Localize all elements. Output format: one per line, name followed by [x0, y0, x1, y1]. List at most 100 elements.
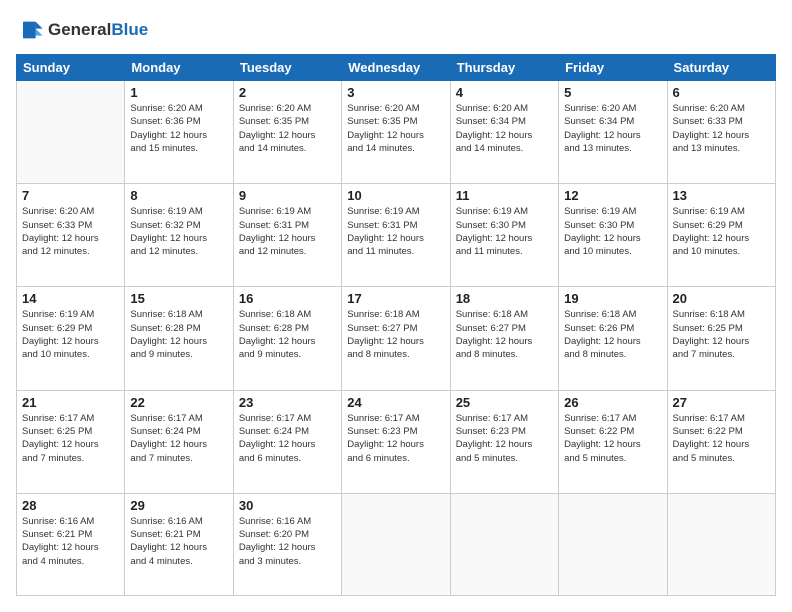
day-number: 16	[239, 291, 336, 306]
weekday-header: Saturday	[667, 55, 775, 81]
day-number: 6	[673, 85, 770, 100]
calendar-cell	[342, 493, 450, 595]
day-info: Sunrise: 6:18 AM Sunset: 6:28 PM Dayligh…	[239, 308, 336, 361]
day-info: Sunrise: 6:19 AM Sunset: 6:32 PM Dayligh…	[130, 205, 227, 258]
day-number: 14	[22, 291, 119, 306]
day-info: Sunrise: 6:17 AM Sunset: 6:23 PM Dayligh…	[347, 412, 444, 465]
day-info: Sunrise: 6:19 AM Sunset: 6:31 PM Dayligh…	[239, 205, 336, 258]
day-info: Sunrise: 6:17 AM Sunset: 6:22 PM Dayligh…	[564, 412, 661, 465]
day-number: 1	[130, 85, 227, 100]
calendar-cell: 14 Sunrise: 6:19 AM Sunset: 6:29 PM Dayli…	[17, 287, 125, 390]
day-info: Sunrise: 6:20 AM Sunset: 6:35 PM Dayligh…	[239, 102, 336, 155]
weekday-header: Friday	[559, 55, 667, 81]
day-info: Sunrise: 6:18 AM Sunset: 6:26 PM Dayligh…	[564, 308, 661, 361]
day-number: 7	[22, 188, 119, 203]
header: GeneralBlue	[16, 16, 776, 44]
calendar-cell: 23Sunrise: 6:17 AM Sunset: 6:24 PM Dayli…	[233, 390, 341, 493]
day-info: Sunrise: 6:20 AM Sunset: 6:36 PM Dayligh…	[130, 102, 227, 155]
day-number: 24	[347, 395, 444, 410]
weekday-header: Tuesday	[233, 55, 341, 81]
day-number: 8	[130, 188, 227, 203]
calendar-cell: 27 Sunrise: 6:17 AM Sunset: 6:22 PM Dayli…	[667, 390, 775, 493]
day-info: Sunrise: 6:20 AM Sunset: 6:34 PM Dayligh…	[456, 102, 553, 155]
calendar-cell: 22 Sunrise: 6:17 AM Sunset: 6:24 PM Dayli…	[125, 390, 233, 493]
day-info: Sunrise: 6:19 AM Sunset: 6:29 PM Dayligh…	[22, 308, 119, 361]
day-number: 9	[239, 188, 336, 203]
day-number: 22	[130, 395, 227, 410]
calendar-cell: 30 Sunrise: 6:16 AM Sunset: 6:20 PM Dayli…	[233, 493, 341, 595]
calendar-table: SundayMondayTuesdayWednesdayThursdayFrid…	[16, 54, 776, 596]
day-number: 30	[239, 498, 336, 513]
day-info: Sunrise: 6:18 AM Sunset: 6:25 PM Dayligh…	[673, 308, 770, 361]
day-number: 15	[130, 291, 227, 306]
day-number: 26	[564, 395, 661, 410]
day-info: Sunrise: 6:20 AM Sunset: 6:34 PM Dayligh…	[564, 102, 661, 155]
day-info: Sunrise: 6:20 AM Sunset: 6:35 PM Dayligh…	[347, 102, 444, 155]
day-info: Sunrise: 6:17 AM Sunset: 6:25 PM Dayligh…	[22, 412, 119, 465]
calendar-cell: 29Sunrise: 6:16 AM Sunset: 6:21 PM Dayli…	[125, 493, 233, 595]
logo: GeneralBlue	[16, 16, 148, 44]
calendar-cell	[667, 493, 775, 595]
day-number: 21	[22, 395, 119, 410]
day-number: 17	[347, 291, 444, 306]
day-number: 3	[347, 85, 444, 100]
calendar-cell: 21 Sunrise: 6:17 AM Sunset: 6:25 PM Dayli…	[17, 390, 125, 493]
day-number: 5	[564, 85, 661, 100]
calendar-cell: 26 Sunrise: 6:17 AM Sunset: 6:22 PM Dayli…	[559, 390, 667, 493]
day-number: 23	[239, 395, 336, 410]
day-number: 18	[456, 291, 553, 306]
calendar-cell: 4 Sunrise: 6:20 AM Sunset: 6:34 PM Daylig…	[450, 81, 558, 184]
day-info: Sunrise: 6:19 AM Sunset: 6:31 PM Dayligh…	[347, 205, 444, 258]
calendar-cell: 20Sunrise: 6:18 AM Sunset: 6:25 PM Dayli…	[667, 287, 775, 390]
day-info: Sunrise: 6:19 AM Sunset: 6:30 PM Dayligh…	[564, 205, 661, 258]
day-info: Sunrise: 6:17 AM Sunset: 6:23 PM Dayligh…	[456, 412, 553, 465]
calendar-cell	[17, 81, 125, 184]
calendar-cell: 25 Sunrise: 6:17 AM Sunset: 6:23 PM Dayli…	[450, 390, 558, 493]
day-number: 19	[564, 291, 661, 306]
page: GeneralBlue SundayMondayTuesdayWednesday…	[0, 0, 792, 612]
calendar-cell: 15 Sunrise: 6:18 AM Sunset: 6:28 PM Dayli…	[125, 287, 233, 390]
logo-text: GeneralBlue	[48, 20, 148, 40]
calendar-cell: 1 Sunrise: 6:20 AM Sunset: 6:36 PM Daylig…	[125, 81, 233, 184]
day-info: Sunrise: 6:19 AM Sunset: 6:29 PM Dayligh…	[673, 205, 770, 258]
day-info: Sunrise: 6:16 AM Sunset: 6:20 PM Dayligh…	[239, 515, 336, 568]
calendar-cell: 16 Sunrise: 6:18 AM Sunset: 6:28 PM Dayli…	[233, 287, 341, 390]
calendar-cell: 12 Sunrise: 6:19 AM Sunset: 6:30 PM Dayli…	[559, 184, 667, 287]
day-number: 28	[22, 498, 119, 513]
day-info: Sunrise: 6:20 AM Sunset: 6:33 PM Dayligh…	[22, 205, 119, 258]
day-info: Sunrise: 6:19 AM Sunset: 6:30 PM Dayligh…	[456, 205, 553, 258]
day-info: Sunrise: 6:18 AM Sunset: 6:27 PM Dayligh…	[347, 308, 444, 361]
day-info: Sunrise: 6:18 AM Sunset: 6:28 PM Dayligh…	[130, 308, 227, 361]
calendar-cell: 5 Sunrise: 6:20 AM Sunset: 6:34 PM Daylig…	[559, 81, 667, 184]
calendar-cell: 2Sunrise: 6:20 AM Sunset: 6:35 PM Daylig…	[233, 81, 341, 184]
day-number: 4	[456, 85, 553, 100]
day-number: 13	[673, 188, 770, 203]
calendar-cell	[450, 493, 558, 595]
calendar-cell: 28 Sunrise: 6:16 AM Sunset: 6:21 PM Dayli…	[17, 493, 125, 595]
day-number: 29	[130, 498, 227, 513]
day-info: Sunrise: 6:18 AM Sunset: 6:27 PM Dayligh…	[456, 308, 553, 361]
logo-icon	[16, 16, 44, 44]
day-number: 11	[456, 188, 553, 203]
calendar-cell: 18 Sunrise: 6:18 AM Sunset: 6:27 PM Dayli…	[450, 287, 558, 390]
calendar-cell: 9 Sunrise: 6:19 AM Sunset: 6:31 PM Daylig…	[233, 184, 341, 287]
weekday-header: Wednesday	[342, 55, 450, 81]
calendar-cell: 24 Sunrise: 6:17 AM Sunset: 6:23 PM Dayli…	[342, 390, 450, 493]
day-info: Sunrise: 6:20 AM Sunset: 6:33 PM Dayligh…	[673, 102, 770, 155]
weekday-header: Sunday	[17, 55, 125, 81]
day-number: 27	[673, 395, 770, 410]
calendar-cell: 13 Sunrise: 6:19 AM Sunset: 6:29 PM Dayli…	[667, 184, 775, 287]
day-info: Sunrise: 6:17 AM Sunset: 6:24 PM Dayligh…	[130, 412, 227, 465]
weekday-header: Thursday	[450, 55, 558, 81]
calendar-cell: 11 Sunrise: 6:19 AM Sunset: 6:30 PM Dayli…	[450, 184, 558, 287]
day-info: Sunrise: 6:16 AM Sunset: 6:21 PM Dayligh…	[22, 515, 119, 568]
calendar-cell: 8 Sunrise: 6:19 AM Sunset: 6:32 PM Daylig…	[125, 184, 233, 287]
calendar-cell: 6 Sunrise: 6:20 AM Sunset: 6:33 PM Daylig…	[667, 81, 775, 184]
day-number: 25	[456, 395, 553, 410]
day-number: 10	[347, 188, 444, 203]
calendar-cell: 7 Sunrise: 6:20 AM Sunset: 6:33 PM Daylig…	[17, 184, 125, 287]
day-number: 12	[564, 188, 661, 203]
day-info: Sunrise: 6:17 AM Sunset: 6:22 PM Dayligh…	[673, 412, 770, 465]
weekday-header: Monday	[125, 55, 233, 81]
calendar-cell: 17 Sunrise: 6:18 AM Sunset: 6:27 PM Dayli…	[342, 287, 450, 390]
